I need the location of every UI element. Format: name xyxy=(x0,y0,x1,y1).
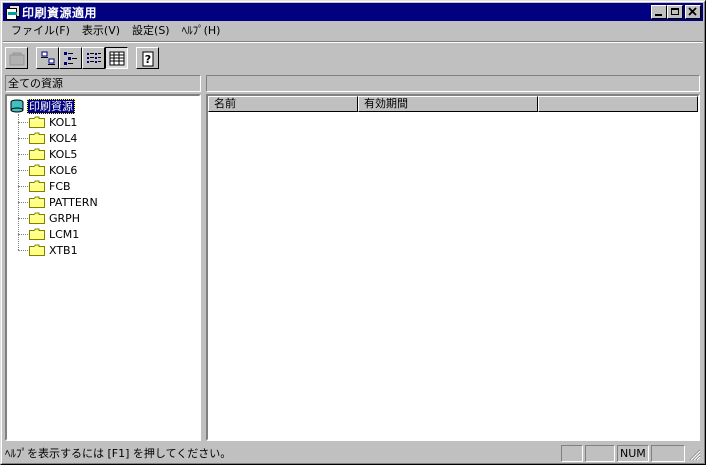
app-icon[interactable] xyxy=(5,5,20,20)
minimize-button[interactable] xyxy=(651,5,667,19)
maximize-icon xyxy=(671,8,679,15)
tree-folder-label: KOL5 xyxy=(49,147,78,161)
resource-list[interactable]: 名前 有効期間 xyxy=(206,94,700,441)
tree-folder-label: FCB xyxy=(49,179,71,193)
list-icon xyxy=(87,53,101,63)
resource-tree[interactable]: 印刷資源 KOL1 KOL4 KOL5 KOL6 FCB PATTERN GRPH LCM1 X… xyxy=(5,94,201,441)
help-icon: ? xyxy=(142,51,154,67)
details-icon xyxy=(109,51,125,66)
tree-connector xyxy=(18,202,28,203)
tree-folder-label: KOL4 xyxy=(49,131,78,145)
tree-connector xyxy=(18,154,28,155)
menu-help[interactable]: ﾍﾙﾌﾟ(H) xyxy=(176,22,227,40)
tree-connector xyxy=(18,138,28,139)
menu-bar: ファイル(F) 表示(V) 設定(S) ﾍﾙﾌﾟ(H) xyxy=(3,22,703,40)
folder-icon xyxy=(29,148,45,160)
small-icons-button[interactable] xyxy=(59,47,82,69)
folder-icon xyxy=(29,212,45,224)
tree-folder-item[interactable]: KOL1 xyxy=(9,114,199,130)
list-button[interactable] xyxy=(82,47,105,69)
up-folder-button[interactable] xyxy=(5,47,28,69)
tree-folder-label: GRPH xyxy=(49,211,81,225)
status-panel-4 xyxy=(651,445,685,462)
tree-folder-item[interactable]: PATTERN xyxy=(9,194,199,210)
tree-folder-item[interactable]: XTB1 xyxy=(9,242,199,258)
tree-folder-label: PATTERN xyxy=(49,195,98,209)
status-panel-2 xyxy=(585,445,615,462)
list-header: 名前 有効期間 xyxy=(208,96,698,112)
toolbar: ? xyxy=(5,45,159,71)
tree-connector xyxy=(18,122,28,123)
tree-connector xyxy=(18,218,28,219)
printer-resource-icon xyxy=(10,99,24,113)
menu-file[interactable]: ファイル(F) xyxy=(3,22,76,40)
tree-folder-item[interactable]: KOL5 xyxy=(9,146,199,162)
tree-folder-label: KOL1 xyxy=(49,115,78,129)
status-text: ﾍﾙﾌﾟを表示するには [F1] を押してください。 xyxy=(5,447,232,460)
folder-icon xyxy=(29,196,45,208)
main-window: 印刷資源適用 ファイル(F) 表示(V) 設定(S) ﾍﾙﾌﾟ(H) ? 全ての… xyxy=(0,0,706,465)
column-extra[interactable] xyxy=(538,96,698,112)
small-icons-icon xyxy=(64,52,77,65)
column-validity[interactable]: 有効期間 xyxy=(358,96,538,112)
large-icons-button[interactable] xyxy=(36,47,59,69)
tree-folder-item[interactable]: GRPH xyxy=(9,210,199,226)
toolbar-separator xyxy=(3,41,703,43)
menu-settings[interactable]: 設定(S) xyxy=(126,22,176,40)
window-title: 印刷資源適用 xyxy=(22,5,98,20)
tree-connector xyxy=(18,170,28,171)
large-icons-icon xyxy=(41,51,55,65)
folder-icon xyxy=(29,244,45,256)
tree-connector xyxy=(18,234,28,235)
svg-text:?: ? xyxy=(145,53,151,66)
folder-icon xyxy=(29,180,45,192)
right-pane-header xyxy=(206,75,700,92)
up-folder-icon xyxy=(9,52,25,66)
folder-icon xyxy=(29,132,45,144)
tree-folder-item[interactable]: KOL6 xyxy=(9,162,199,178)
status-panel-1 xyxy=(561,445,583,462)
folder-icon xyxy=(29,164,45,176)
folder-icon xyxy=(29,228,45,240)
status-num: NUM xyxy=(617,445,649,462)
minimize-icon xyxy=(655,14,662,16)
maximize-button[interactable] xyxy=(667,5,683,19)
tree-connector xyxy=(18,250,28,251)
tree-connector xyxy=(18,186,28,187)
close-button[interactable] xyxy=(685,5,701,19)
folder-icon xyxy=(29,116,45,128)
tree-root-item[interactable]: 印刷資源 xyxy=(9,98,199,114)
tree-folder-item[interactable]: FCB xyxy=(9,178,199,194)
tree-folder-item[interactable]: KOL4 xyxy=(9,130,199,146)
tree-folder-label: LCM1 xyxy=(49,227,80,241)
status-bar: ﾍﾙﾌﾟを表示するには [F1] を押してください。 NUM xyxy=(3,444,703,463)
details-button[interactable] xyxy=(105,47,128,69)
resize-grip-icon[interactable] xyxy=(689,449,701,461)
close-icon xyxy=(688,7,697,16)
tree-folder-item[interactable]: LCM1 xyxy=(9,226,199,242)
help-button[interactable]: ? xyxy=(136,47,159,69)
tree-folder-label: KOL6 xyxy=(49,163,78,177)
menu-view[interactable]: 表示(V) xyxy=(76,22,126,40)
column-name[interactable]: 名前 xyxy=(208,96,358,112)
tree-root-label: 印刷資源 xyxy=(27,98,75,114)
tree-folder-label: XTB1 xyxy=(49,243,78,257)
title-bar[interactable]: 印刷資源適用 xyxy=(3,3,703,21)
left-pane-header: 全ての資源 xyxy=(5,75,201,92)
